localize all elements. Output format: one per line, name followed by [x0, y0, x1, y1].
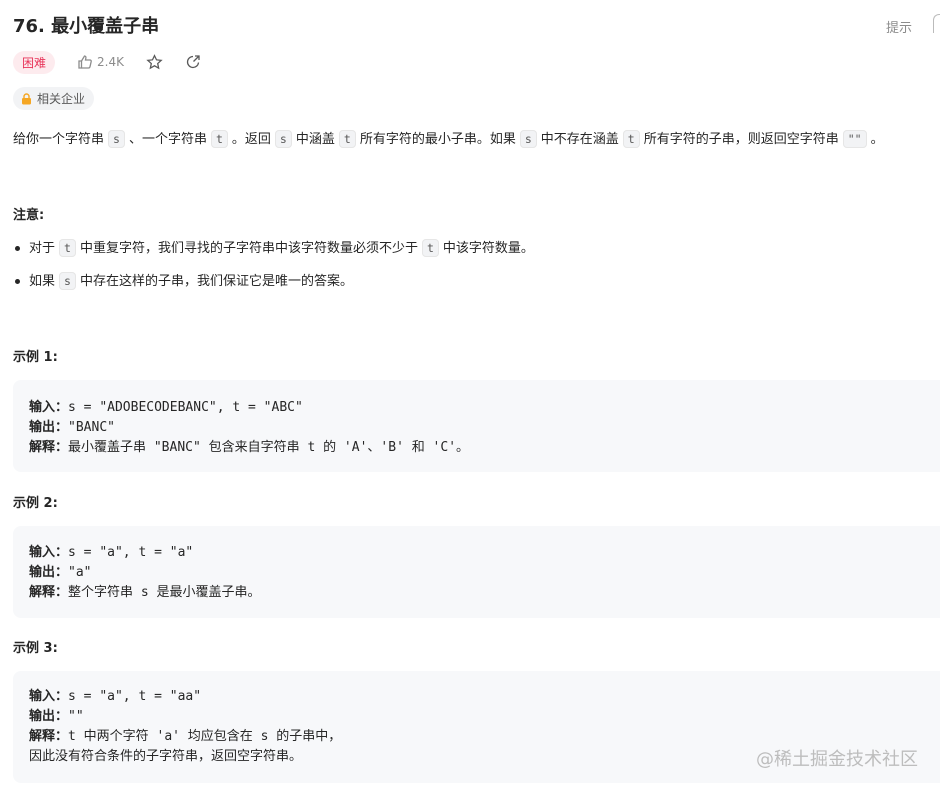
related-companies-label: 相关企业: [37, 92, 86, 106]
example-input: s = "ADOBECODEBANC", t = "ABC": [68, 400, 303, 415]
related-companies-tag[interactable]: 相关企业: [13, 87, 95, 110]
problem-description: 给你一个字符串 s 、一个字符串 t 。返回 s 中涵盖 t 所有字符的最小子串。如果 s 中不存在…: [13, 130, 884, 148]
example-3-title: 示例 3:: [13, 641, 58, 656]
problem-title: 76. 最小覆盖子串: [13, 16, 160, 37]
list-item: 如果 s 中存在这样的子串，我们保证它是唯一的答案。: [13, 270, 534, 303]
example-2-block: 输入：s = "a", t = "a" 输出："a" 解释：整个字符串 s 是最…: [13, 526, 940, 618]
panel-edge: [933, 14, 940, 33]
difficulty-badge: 困难: [13, 50, 56, 74]
hint-button[interactable]: 提示: [886, 17, 912, 36]
example-output: "a": [68, 565, 92, 580]
share-button[interactable]: [185, 54, 201, 70]
watermark: @稀土掘金技术社区: [756, 749, 918, 770]
star-icon: [146, 53, 163, 69]
lock-icon: [22, 92, 31, 104]
example-input: s = "a", t = "aa": [68, 689, 202, 704]
like-count: 2.4K: [97, 55, 124, 69]
like-button[interactable]: 2.4K: [77, 54, 124, 70]
example-explanation: t 中两个字符 'a' 均应包含在 s 的子串中，: [68, 729, 342, 744]
notes-title: 注意:: [13, 208, 45, 223]
example-1-block: 输入：s = "ADOBECODEBANC", t = "ABC" 输出："BA…: [13, 380, 940, 472]
example-explanation-cont: 因此没有符合条件的子字符串，返回空字符串。: [29, 749, 303, 764]
example-output: "BANC": [68, 420, 115, 435]
share-icon: [186, 55, 200, 69]
example-output: "": [68, 709, 84, 724]
example-explanation: 整个字符串 s 是最小覆盖子串。: [68, 585, 261, 600]
example-1-title: 示例 1:: [13, 350, 58, 365]
list-item: 对于 t 中重复字符，我们寻找的子字符串中该字符数量必须不少于 t 中该字符数量。: [13, 237, 534, 270]
thumbs-up-icon: [78, 55, 92, 69]
problem-meta: 困难 2.4K: [13, 50, 201, 74]
example-2-title: 示例 2:: [13, 496, 58, 511]
example-input: s = "a", t = "a": [68, 545, 194, 560]
favorite-button[interactable]: [146, 53, 163, 71]
notes-list: 对于 t 中重复字符，我们寻找的子字符串中该字符数量必须不少于 t 中该字符数量。 如果…: [13, 237, 534, 303]
example-explanation: 最小覆盖子串 "BANC" 包含来自字符串 t 的 'A'、'B' 和 'C'。: [68, 440, 470, 455]
